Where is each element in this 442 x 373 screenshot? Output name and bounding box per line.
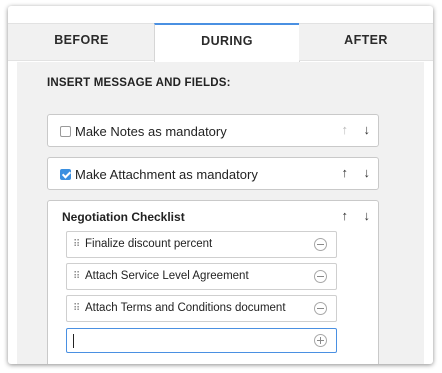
minus-circle-icon[interactable]	[314, 302, 327, 315]
checklist-item: ⠿ Finalize discount percent	[66, 231, 337, 258]
new-checklist-item	[66, 328, 337, 353]
attachment-mandatory-checkbox[interactable]	[60, 169, 71, 180]
notes-mandatory-row: Make Notes as mandatory ↑ ↓	[47, 114, 379, 147]
tab-before[interactable]: BEFORE	[8, 23, 155, 61]
notes-mandatory-label: Make Notes as mandatory	[75, 124, 227, 139]
checklist-item-label: Attach Terms and Conditions document	[85, 302, 286, 314]
attachment-mandatory-row: Make Attachment as mandatory ↑ ↓	[47, 157, 379, 190]
arrow-down-icon[interactable]: ↓	[364, 122, 371, 137]
drag-handle-icon[interactable]: ⠿	[73, 239, 80, 250]
checklist-item-label: Attach Service Level Agreement	[85, 270, 249, 282]
minus-circle-icon[interactable]	[314, 238, 327, 251]
arrow-down-icon[interactable]: ↓	[364, 208, 371, 223]
arrow-down-icon[interactable]: ↓	[364, 165, 371, 180]
plus-circle-icon[interactable]	[314, 334, 327, 347]
arrow-up-icon[interactable]: ↑	[342, 165, 349, 180]
checklist-item-label: Finalize discount percent	[85, 238, 213, 250]
checklist-title: Negotiation Checklist	[62, 210, 185, 224]
tab-during[interactable]: DURING	[154, 23, 300, 62]
checklist-item: ⠿ Attach Service Level Agreement	[66, 263, 337, 290]
tab-after[interactable]: AFTER	[299, 23, 433, 61]
stage-tabs: BEFORE DURING AFTER	[8, 23, 433, 62]
arrow-up-icon[interactable]: ↑	[342, 208, 349, 223]
new-checklist-item-input[interactable]	[71, 332, 305, 349]
drag-handle-icon[interactable]: ⠿	[73, 271, 80, 282]
section-heading: INSERT MESSAGE AND FIELDS:	[47, 77, 231, 89]
drag-handle-icon[interactable]: ⠿	[73, 303, 80, 314]
negotiation-checklist-card: Negotiation Checklist ↑ ↓ ⠿ Finalize dis…	[47, 200, 379, 364]
notes-mandatory-checkbox[interactable]	[60, 126, 71, 137]
attachment-mandatory-label: Make Attachment as mandatory	[75, 167, 258, 182]
arrow-up-icon[interactable]: ↑	[342, 122, 349, 137]
checklist-settings-panel: BEFORE DURING AFTER INSERT MESSAGE AND F…	[8, 6, 433, 364]
tab-content: INSERT MESSAGE AND FIELDS: Make Notes as…	[17, 62, 424, 364]
minus-circle-icon[interactable]	[314, 270, 327, 283]
checklist-item: ⠿ Attach Terms and Conditions document	[66, 295, 337, 322]
